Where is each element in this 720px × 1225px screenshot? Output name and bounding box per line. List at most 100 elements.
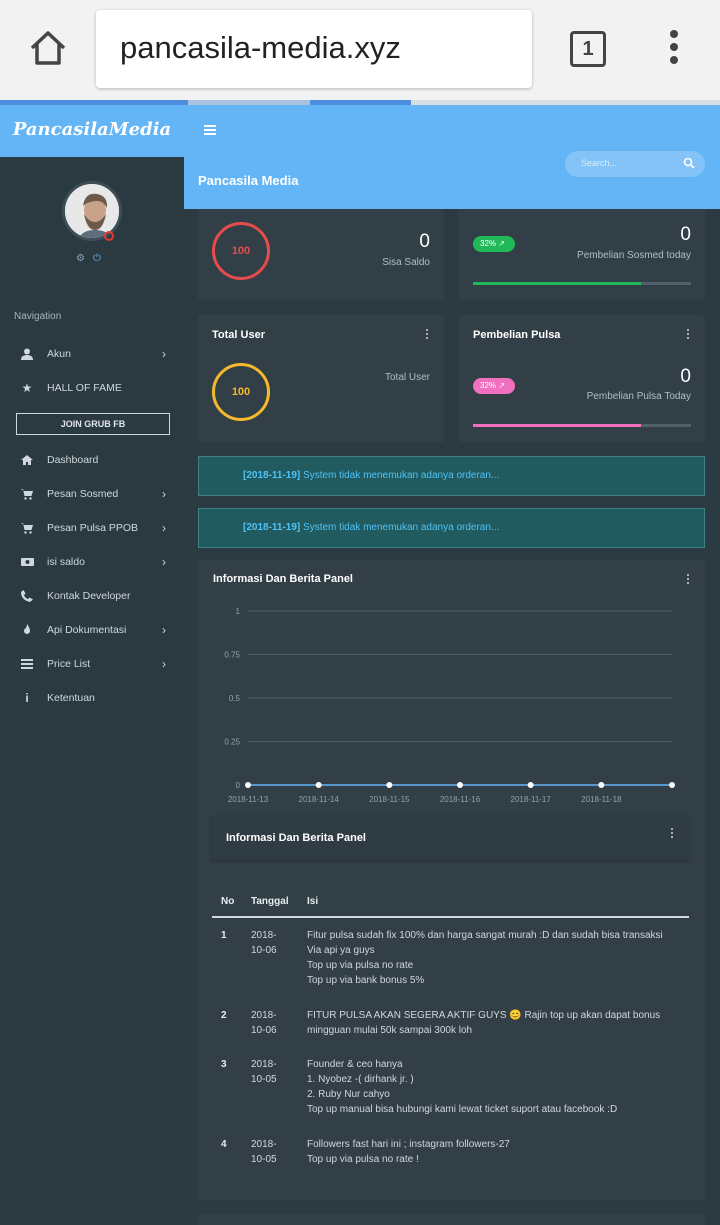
sosmed-card: 32% ↗ 0 Pembelian Sosmed today — [459, 209, 705, 300]
phone-icon — [20, 589, 34, 603]
more-vertical-icon[interactable] — [426, 329, 430, 341]
row-isi: FITUR PULSA AKAN SEGERA AKTIF GUYS 😊 Raj… — [307, 1010, 661, 1036]
row-date: 2018- 10-05 — [251, 1059, 277, 1085]
chevron-right-icon: › — [162, 623, 166, 637]
sidebar-item-label: isi saldo — [47, 556, 85, 568]
sidebar-item-pesan-sosmed[interactable]: Pesan Sosmed › — [0, 477, 184, 511]
row-no: 1 — [221, 930, 227, 941]
brand-logo[interactable]: PancasilaMedia — [0, 105, 184, 157]
sidebar-item-label: Price List — [47, 658, 91, 670]
pulsa-value: 0 — [680, 366, 691, 387]
user-icon — [20, 347, 34, 361]
x-tick-label: 2018-11-15 — [369, 795, 410, 804]
chevron-right-icon: › — [162, 347, 166, 361]
x-tick-label: 2018-11-13 — [228, 795, 269, 804]
row-isi: Fitur pulsa sudah fix 100% dan harga san… — [307, 930, 663, 986]
next-panel — [198, 1214, 705, 1225]
data-point[interactable] — [386, 782, 393, 788]
more-vertical-icon[interactable] — [687, 329, 691, 341]
sidebar-item-label: Pesan Pulsa PPOB — [47, 522, 139, 534]
sosmed-label: Pembelian Sosmed today — [577, 250, 691, 261]
pulsa-progress-fill — [473, 424, 641, 427]
card-title: Total User — [212, 329, 265, 341]
profile-section: ⚙ ⏻ — [0, 157, 184, 297]
alert-date: [2018-11-19] — [243, 522, 301, 533]
sidebar-item-api-dokumentasi[interactable]: Api Dokumentasi › — [0, 613, 184, 647]
panel-title: Informasi Dan Berita Panel — [213, 573, 353, 585]
join-group-button[interactable]: JOIN GRUB FB — [16, 413, 170, 435]
sidebar-item-label: Api Dokumentasi — [47, 624, 127, 636]
fire-icon — [20, 623, 34, 637]
saldo-ring: 100 — [212, 222, 270, 280]
settings-gear-icon[interactable]: ⚙ — [76, 253, 85, 264]
sidebar-item-pesan-pulsa[interactable]: Pesan Pulsa PPOB › — [0, 511, 184, 545]
line-chart: 1 0.75 0.5 0.25 0 2018-11-13 2018-11-14 2018-11… — [224, 607, 675, 804]
browser-toolbar: pancasila-media.xyz 1 — [0, 0, 720, 102]
row-date: 2018- 10-05 — [251, 1139, 277, 1165]
sidebar-item-label: Ketentuan — [47, 692, 95, 704]
y-tick-label: 0.5 — [229, 694, 241, 703]
list-icon — [20, 657, 34, 671]
tab-switcher-button[interactable]: 1 — [570, 31, 606, 67]
address-bar[interactable]: pancasila-media.xyz — [96, 10, 532, 88]
y-tick-label: 0.25 — [224, 738, 240, 747]
info-panel: Informasi Dan Berita Panel 1 0.75 0.5 0.25 0… — [198, 560, 705, 1200]
row-no: 3 — [221, 1059, 227, 1070]
sidebar-item-akun[interactable]: Akun › — [0, 337, 184, 371]
sidebar-item-label: Pesan Sosmed — [47, 488, 119, 500]
data-point[interactable] — [669, 782, 675, 788]
home-icon — [20, 453, 34, 467]
card-title: Pembelian Pulsa — [473, 329, 561, 341]
sidebar-item-kontak-developer[interactable]: Kontak Developer — [0, 579, 184, 613]
news-title: Informasi Dan Berita Panel — [226, 832, 366, 844]
sidebar-item-dashboard[interactable]: Dashboard — [0, 443, 184, 477]
chevron-right-icon: › — [162, 521, 166, 535]
sosmed-badge: 32% ↗ — [473, 236, 515, 252]
sidebar: PancasilaMedia ⚙ ⏻ Navigation Akun › ★ HA… — [0, 105, 184, 1225]
saldo-value: 0 — [419, 231, 430, 252]
star-icon: ★ — [21, 381, 33, 395]
sidebar-item-hall-of-fame[interactable]: ★ HALL OF FAME — [0, 371, 184, 405]
alert-date: [2018-11-19] — [243, 470, 301, 481]
news-header: Informasi Dan Berita Panel — [212, 816, 689, 860]
row-no: 2 — [221, 1010, 227, 1021]
info-icon: i — [25, 691, 29, 705]
saldo-label: Sisa Saldo — [382, 257, 430, 268]
alert-text: System tidak menemukan adanya orderan... — [300, 522, 500, 533]
sidebar-item-price-list[interactable]: Price List › — [0, 647, 184, 681]
power-icon[interactable]: ⏻ — [93, 253, 101, 264]
data-point[interactable] — [527, 782, 534, 788]
data-point[interactable] — [598, 782, 605, 788]
data-point[interactable] — [245, 782, 251, 788]
chevron-right-icon: › — [162, 555, 166, 569]
alert-banner: [2018-11-19] System tidak menemukan adan… — [198, 456, 705, 496]
sidebar-item-isi-saldo[interactable]: isi saldo › — [0, 545, 184, 579]
row-date: 2018- 10-06 — [251, 1010, 277, 1036]
site-title: Pancasila Media — [198, 173, 299, 188]
th-tanggal: Tanggal — [251, 896, 289, 907]
more-vertical-icon[interactable] — [687, 574, 691, 586]
chevron-right-icon: › — [162, 657, 166, 671]
y-tick-label: 1 — [236, 607, 241, 616]
more-options-icon[interactable] — [664, 30, 684, 70]
search-icon[interactable] — [683, 157, 695, 169]
sidebar-item-ketentuan[interactable]: i Ketentuan — [0, 681, 184, 715]
data-point[interactable] — [315, 782, 322, 788]
pulsa-label: Pembelian Pulsa Today — [586, 391, 691, 402]
sidebar-item-label: Kontak Developer — [47, 590, 131, 602]
th-isi: Isi — [307, 896, 319, 907]
pulsa-badge: 32% ↗ — [473, 378, 515, 394]
x-tick-label: 2018-11-14 — [299, 795, 340, 804]
hamburger-menu-icon[interactable] — [204, 125, 216, 135]
data-point[interactable] — [457, 782, 463, 788]
home-icon[interactable] — [26, 26, 70, 70]
sidebar-item-label: HALL OF FAME — [47, 382, 122, 394]
search-input[interactable]: Search... — [565, 151, 705, 177]
more-vertical-icon[interactable] — [671, 828, 675, 840]
table-header: No Tanggal Isi — [212, 890, 689, 918]
top-header: Pancasila Media Search... — [184, 105, 720, 209]
sosmed-value: 0 — [680, 224, 691, 245]
row-date: 2018- 10-06 — [251, 930, 277, 956]
money-icon — [20, 555, 34, 569]
pulsa-progress — [473, 424, 691, 427]
